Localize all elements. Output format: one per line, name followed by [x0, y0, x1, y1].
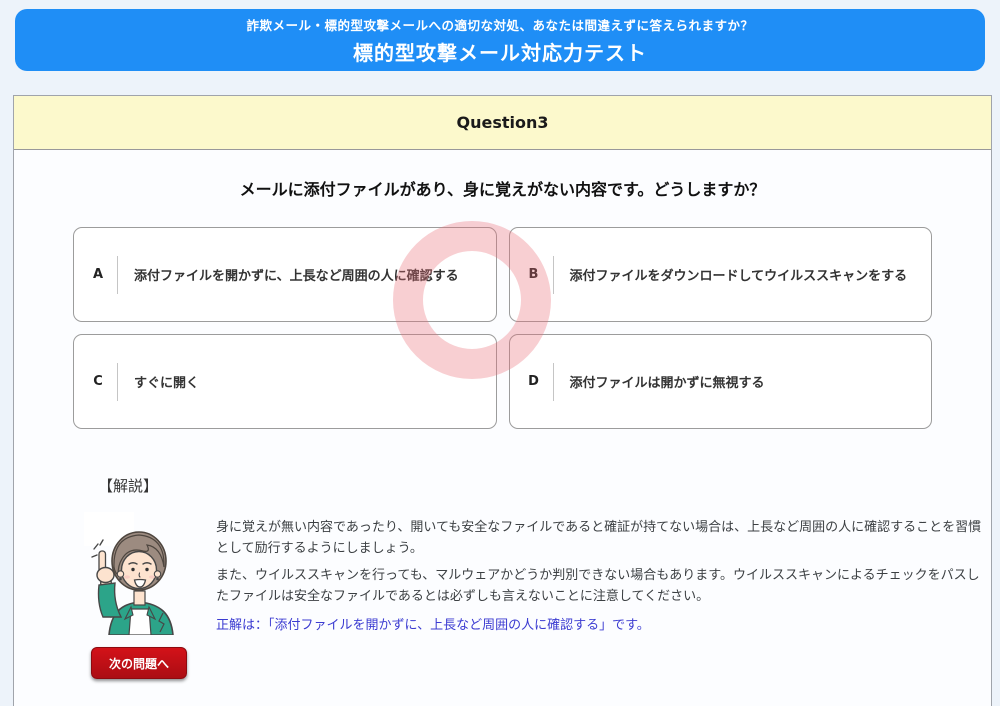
- question-text: メールに添付ファイルがあり、身に覚えがない内容です。どうしますか？: [14, 176, 991, 200]
- option-c-letter: C: [91, 374, 105, 389]
- option-divider: [117, 256, 118, 294]
- option-d-text: 添付ファイルは開かずに無視する: [570, 372, 765, 391]
- banner-subtitle: 詐欺メール・標的型攻撃メールへの適切な対処、あなたは間違えずに答えられますか？: [246, 15, 753, 34]
- explanation-heading: 【解説】: [98, 475, 158, 496]
- option-b-text: 添付ファイルをダウンロードしてウイルススキャンをする: [570, 265, 908, 284]
- option-c-text: すぐに開く: [134, 372, 199, 391]
- option-b-letter: B: [527, 267, 541, 282]
- option-a-letter: A: [91, 267, 105, 282]
- quiz-banner: 詐欺メール・標的型攻撃メールへの適切な対処、あなたは間違えずに答えられますか？ …: [15, 9, 985, 71]
- question-header: Question3: [14, 96, 991, 150]
- explanation-paragraph-1: 身に覚えが無い内容であったり、開いても安全なファイルであると確証が持てない場合は…: [216, 517, 988, 559]
- option-divider: [553, 363, 554, 401]
- banner-title: 標的型攻撃メール対応力テスト: [353, 37, 647, 66]
- correct-answer-line: 正解は：「添付ファイルを開かずに、上長など周囲の人に確認する」です。: [216, 615, 988, 636]
- option-divider: [553, 256, 554, 294]
- explanation-body: 身に覚えが無い内容であったり、開いても安全なファイルであると確証が持てない場合は…: [216, 517, 988, 642]
- next-question-button[interactable]: 次の問題へ: [91, 647, 187, 679]
- quiz-card: Question3 メールに添付ファイルがあり、身に覚えがない内容です。どうしま…: [13, 95, 992, 706]
- option-divider: [117, 363, 118, 401]
- woman-pointing-illustration: [91, 519, 188, 635]
- explanation-paragraph-2: また、ウイルススキャンを行っても、マルウェアかどうか判別できない場合もあります。…: [216, 565, 988, 607]
- options-grid: A 添付ファイルを開かずに、上長など周囲の人に確認する B 添付ファイルをダウン…: [73, 227, 932, 429]
- option-a-text: 添付ファイルを開かずに、上長など周囲の人に確認する: [134, 265, 459, 284]
- option-a[interactable]: A 添付ファイルを開かずに、上長など周囲の人に確認する: [73, 227, 497, 322]
- option-d[interactable]: D 添付ファイルは開かずに無視する: [509, 334, 933, 429]
- option-b[interactable]: B 添付ファイルをダウンロードしてウイルススキャンをする: [509, 227, 933, 322]
- option-d-letter: D: [527, 374, 541, 389]
- option-c[interactable]: C すぐに開く: [73, 334, 497, 429]
